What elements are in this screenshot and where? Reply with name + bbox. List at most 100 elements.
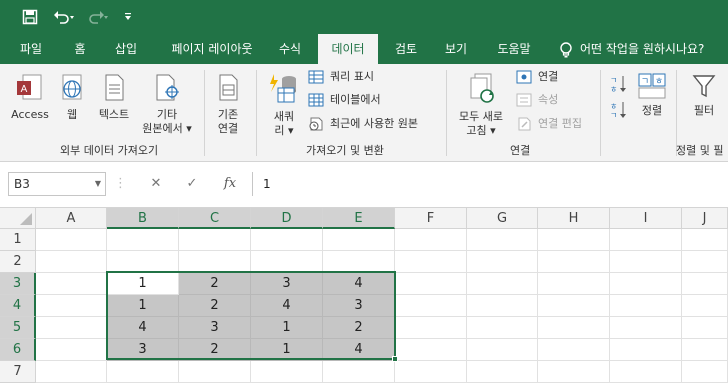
row-header-5[interactable]: 5 bbox=[0, 317, 36, 339]
undo-icon[interactable] bbox=[50, 0, 78, 34]
fill-handle[interactable] bbox=[392, 356, 398, 362]
show-queries-button[interactable]: 쿼리 표시 bbox=[308, 70, 374, 84]
cell-b2[interactable] bbox=[107, 251, 179, 273]
cell-f6[interactable] bbox=[395, 339, 467, 361]
edit-links-button[interactable]: 연결 편집 bbox=[516, 117, 582, 131]
connections-button[interactable]: 연결 bbox=[516, 70, 558, 84]
refresh-all-button[interactable]: 모두 새로 고침 ▾ bbox=[452, 72, 510, 138]
cell-j6[interactable] bbox=[682, 339, 728, 361]
cell-e2[interactable] bbox=[323, 251, 395, 273]
select-all-corner[interactable] bbox=[0, 208, 36, 229]
cell-a1[interactable] bbox=[36, 229, 107, 251]
save-icon[interactable] bbox=[18, 0, 42, 34]
cell-g3[interactable] bbox=[467, 273, 538, 295]
cell-b1[interactable] bbox=[107, 229, 179, 251]
cell-j2[interactable] bbox=[682, 251, 728, 273]
tab-formulas[interactable]: 수식 bbox=[270, 34, 310, 64]
cell-b4[interactable]: 1 bbox=[107, 295, 179, 317]
cell-i6[interactable] bbox=[610, 339, 682, 361]
name-box[interactable]: B3 ▼ bbox=[8, 172, 106, 196]
tab-help[interactable]: 도움말 bbox=[486, 34, 542, 64]
cell-h7[interactable] bbox=[538, 361, 610, 383]
row-header-3[interactable]: 3 bbox=[0, 273, 36, 295]
column-header-d[interactable]: D bbox=[251, 208, 323, 229]
column-header-j[interactable]: J bbox=[682, 208, 728, 229]
row-header-6[interactable]: 6 bbox=[0, 339, 36, 361]
cell-g2[interactable] bbox=[467, 251, 538, 273]
cell-i1[interactable] bbox=[610, 229, 682, 251]
cell-d6[interactable]: 1 bbox=[251, 339, 323, 361]
formula-bar-grip-icon[interactable]: ⋮ bbox=[114, 172, 127, 196]
cell-d4[interactable]: 4 bbox=[251, 295, 323, 317]
cell-e4[interactable]: 3 bbox=[323, 295, 395, 317]
cell-f5[interactable] bbox=[395, 317, 467, 339]
cell-h4[interactable] bbox=[538, 295, 610, 317]
properties-button[interactable]: 속성 bbox=[516, 93, 558, 107]
cell-j5[interactable] bbox=[682, 317, 728, 339]
cell-b6[interactable]: 3 bbox=[107, 339, 179, 361]
cell-h6[interactable] bbox=[538, 339, 610, 361]
cell-j3[interactable] bbox=[682, 273, 728, 295]
insert-function-icon[interactable]: fx bbox=[218, 172, 242, 196]
cell-f4[interactable] bbox=[395, 295, 467, 317]
sort-descending-button[interactable]: ㅎㄱ bbox=[608, 100, 628, 124]
cell-c2[interactable] bbox=[179, 251, 251, 273]
cell-b7[interactable] bbox=[107, 361, 179, 383]
cell-j1[interactable] bbox=[682, 229, 728, 251]
tab-file[interactable]: 파일 bbox=[8, 34, 54, 64]
column-header-c[interactable]: C bbox=[179, 208, 251, 229]
cell-g6[interactable] bbox=[467, 339, 538, 361]
formula-input[interactable]: 1 bbox=[252, 172, 728, 196]
column-header-g[interactable]: G bbox=[467, 208, 538, 229]
worksheet-grid[interactable]: A B C D E F G H I J 1 2 3 4 5 6 7 114322… bbox=[0, 208, 728, 383]
redo-icon[interactable] bbox=[84, 0, 112, 34]
filter-button[interactable]: 필터 bbox=[684, 72, 724, 118]
from-table-button[interactable]: 테이블에서 bbox=[308, 93, 381, 107]
cell-a7[interactable] bbox=[36, 361, 107, 383]
column-header-f[interactable]: F bbox=[395, 208, 467, 229]
chevron-down-icon[interactable]: ▼ bbox=[95, 173, 101, 195]
cell-f7[interactable] bbox=[395, 361, 467, 383]
cell-a2[interactable] bbox=[36, 251, 107, 273]
cell-h3[interactable] bbox=[538, 273, 610, 295]
cell-e7[interactable] bbox=[323, 361, 395, 383]
cell-b5[interactable]: 4 bbox=[107, 317, 179, 339]
cell-i5[interactable] bbox=[610, 317, 682, 339]
cell-e5[interactable]: 2 bbox=[323, 317, 395, 339]
cell-i4[interactable] bbox=[610, 295, 682, 317]
web-button[interactable]: 웹 bbox=[56, 72, 88, 122]
cell-h2[interactable] bbox=[538, 251, 610, 273]
cell-d3[interactable]: 3 bbox=[251, 273, 323, 295]
cell-c6[interactable]: 2 bbox=[179, 339, 251, 361]
cell-e6[interactable]: 4 bbox=[323, 339, 395, 361]
new-query-button[interactable]: 새쿼 리 ▾ bbox=[264, 72, 304, 138]
cell-d7[interactable] bbox=[251, 361, 323, 383]
tab-review[interactable]: 검토 bbox=[386, 34, 426, 64]
cell-d2[interactable] bbox=[251, 251, 323, 273]
access-button[interactable]: A Access bbox=[8, 72, 52, 122]
cell-h5[interactable] bbox=[538, 317, 610, 339]
recent-sources-button[interactable]: 최근에 사용한 원본 bbox=[308, 117, 418, 131]
other-sources-button[interactable]: 기타 원본에서 ▾ bbox=[134, 72, 200, 136]
column-header-a[interactable]: A bbox=[36, 208, 107, 229]
cell-i7[interactable] bbox=[610, 361, 682, 383]
cell-i3[interactable] bbox=[610, 273, 682, 295]
cell-g7[interactable] bbox=[467, 361, 538, 383]
cell-d1[interactable] bbox=[251, 229, 323, 251]
cell-g5[interactable] bbox=[467, 317, 538, 339]
cell-h1[interactable] bbox=[538, 229, 610, 251]
tell-me-search[interactable]: 어떤 작업을 원하시나요? bbox=[580, 34, 728, 64]
cell-j4[interactable] bbox=[682, 295, 728, 317]
cell-c7[interactable] bbox=[179, 361, 251, 383]
cell-g4[interactable] bbox=[467, 295, 538, 317]
cell-j7[interactable] bbox=[682, 361, 728, 383]
row-header-2[interactable]: 2 bbox=[0, 251, 36, 273]
sort-ascending-button[interactable]: ㄱㅎ bbox=[608, 74, 628, 98]
cell-d5[interactable]: 1 bbox=[251, 317, 323, 339]
column-header-h[interactable]: H bbox=[538, 208, 610, 229]
cell-c1[interactable] bbox=[179, 229, 251, 251]
cell-f2[interactable] bbox=[395, 251, 467, 273]
customize-qat-icon[interactable] bbox=[120, 0, 136, 34]
cell-c5[interactable]: 3 bbox=[179, 317, 251, 339]
cell-e3[interactable]: 4 bbox=[323, 273, 395, 295]
